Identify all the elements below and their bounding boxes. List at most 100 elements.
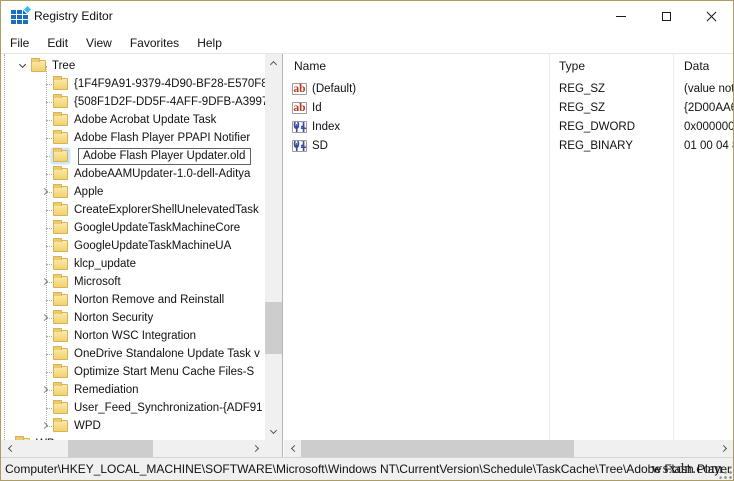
menu-item-favorites[interactable]: Favorites <box>121 34 188 52</box>
value-row-id[interactable]: ab Id REG_SZ {2D00AA6 <box>284 100 733 119</box>
rename-editbox[interactable]: Adobe Flash Player Updater.old <box>78 147 252 165</box>
string-value-icon: ab <box>292 102 307 114</box>
menubar: File Edit View Favorites Help <box>1 32 733 53</box>
folder-icon <box>53 238 68 252</box>
tree-item[interactable]: Apple <box>1 183 265 201</box>
tree-item[interactable]: GoogleUpdateTaskMachineCore <box>1 219 265 237</box>
chevron-down-icon[interactable] <box>18 60 27 69</box>
tree-item-label: Tree <box>52 60 76 72</box>
folder-icon <box>53 184 68 198</box>
minimize-button[interactable] <box>598 2 643 31</box>
menu-item-view[interactable]: View <box>77 34 121 52</box>
tree-item[interactable]: {508F1D2F-DD5F-4AFF-9DFB-A3997 <box>1 93 265 111</box>
value-name: SD <box>312 140 328 152</box>
tree-item[interactable]: User_Feed_Synchronization-{ADF91 <box>1 399 265 417</box>
scroll-right-button[interactable] <box>248 440 265 457</box>
tree-item[interactable]: CreateExplorerShellUnelevatedTask <box>1 201 265 219</box>
folder-icon <box>53 130 68 144</box>
folder-icon <box>53 112 68 126</box>
tree-item[interactable]: Remediation <box>1 381 265 399</box>
column-header-name[interactable]: Name <box>294 59 326 73</box>
value-type: REG_SZ <box>559 83 606 95</box>
value-row-index[interactable]: 011110 Index REG_DWORD 0x0000000 <box>284 119 733 138</box>
tree-item[interactable]: GoogleUpdateTaskMachineUA <box>1 237 265 255</box>
tree-item[interactable]: {1F4F9A91-9379-4D90-BF28-E570F8 <box>1 75 265 93</box>
folder-icon <box>53 166 68 180</box>
scroll-up-button[interactable] <box>265 54 282 71</box>
window-title: Registry Editor <box>34 9 113 23</box>
tree-item[interactable]: Optimize Start Menu Cache Files-S <box>1 363 265 381</box>
folder-icon <box>53 94 68 108</box>
menu-item-file[interactable]: File <box>1 34 38 52</box>
tree-item-label: WPD <box>74 420 101 432</box>
tree-item-label: GoogleUpdateTaskMachineCore <box>74 222 241 234</box>
tree-view[interactable]: Tree {1F4F9A91-9379-4D90-BF28-E570F8 {50… <box>1 54 265 440</box>
tree-item[interactable]: OneDrive Standalone Update Task v <box>1 345 265 363</box>
rename-text: Adobe Flash Player Updater.old <box>83 149 246 162</box>
binary-value-icon: 011110 <box>292 140 307 152</box>
tree-item-label: Apple <box>74 186 104 198</box>
tree-item[interactable]: Adobe Acrobat Update Task <box>1 111 265 129</box>
chevron-right-icon[interactable] <box>40 187 49 196</box>
status-path: Computer\HKEY_LOCAL_MACHINE\SOFTWARE\Mic… <box>5 462 732 476</box>
binary-value-icon: 011110 <box>292 121 307 133</box>
minimize-icon <box>615 16 626 17</box>
tree-horizontal-scrollbar[interactable] <box>1 440 265 457</box>
tree-pane: Tree {1F4F9A91-9379-4D90-BF28-E570F8 {50… <box>1 54 283 457</box>
tree-item[interactable]: klcp_update <box>1 255 265 273</box>
value-row-default[interactable]: ab (Default) REG_SZ (value not <box>284 81 733 100</box>
folder-icon <box>31 58 46 72</box>
maximize-button[interactable] <box>644 2 689 31</box>
menu-item-help[interactable]: Help <box>188 34 231 52</box>
scroll-left-button[interactable] <box>1 440 18 457</box>
tree-item[interactable]: Norton Security <box>1 309 265 327</box>
tree-item[interactable]: Adobe Flash Player PPAPI Notifier <box>1 129 265 147</box>
tree-item-label: Remediation <box>74 384 139 396</box>
folder-icon <box>53 364 68 378</box>
chevron-right-icon[interactable] <box>40 421 49 430</box>
folder-icon <box>53 148 68 162</box>
tree-item[interactable]: AdobeAAMUpdater-1.0-dell-Aditya <box>1 165 265 183</box>
tree-item-label: Norton WSC Integration <box>74 330 197 342</box>
value-row-sd[interactable]: 011110 SD REG_BINARY 01 00 04 8 <box>284 138 733 157</box>
tree-item[interactable]: WPD <box>1 417 265 435</box>
tree-item[interactable]: Norton WSC Integration <box>1 327 265 345</box>
scroll-left-button[interactable] <box>284 440 301 457</box>
folder-icon <box>53 202 68 216</box>
value-name: (Default) <box>312 83 357 95</box>
scrollbar-thumb[interactable] <box>301 440 574 457</box>
scrollbar-thumb[interactable] <box>68 440 153 457</box>
value-type: REG_BINARY <box>559 140 633 152</box>
close-button[interactable] <box>689 2 733 31</box>
chevron-right-icon[interactable] <box>40 313 49 322</box>
tree-item[interactable]: Microsoft <box>1 273 265 291</box>
value-data: 0x0000000 <box>684 121 733 133</box>
scroll-down-button[interactable] <box>265 423 282 440</box>
chevron-right-icon <box>719 444 727 453</box>
tree-item-label: GoogleUpdateTaskMachineUA <box>74 240 232 252</box>
column-header-type[interactable]: Type <box>559 59 585 73</box>
column-header-data[interactable]: Data <box>684 59 709 73</box>
chevron-right-icon[interactable] <box>40 385 49 394</box>
tree-item-tree[interactable]: Tree <box>1 57 265 75</box>
tree-item[interactable]: Norton Remove and Reinstall <box>1 291 265 309</box>
registry-editor-window: Registry Editor File Edit View Favorites… <box>0 0 734 481</box>
scroll-right-button[interactable] <box>716 440 733 457</box>
tree-vertical-scrollbar[interactable] <box>265 54 282 440</box>
menu-item-edit[interactable]: Edit <box>38 34 77 52</box>
folder-icon <box>53 400 68 414</box>
titlebar[interactable]: Registry Editor <box>1 1 733 32</box>
folder-icon <box>53 346 68 360</box>
folder-icon <box>53 220 68 234</box>
chevron-right-icon[interactable] <box>40 277 49 286</box>
chevron-down-icon <box>269 426 278 434</box>
value-data: {2D00AA6 <box>684 102 733 114</box>
scrollbar-thumb[interactable] <box>265 302 282 354</box>
list-horizontal-scrollbar[interactable] <box>284 440 733 457</box>
tree-item-selected[interactable]: Adobe Flash Player Updater.old <box>1 147 265 165</box>
folder-icon <box>53 418 68 432</box>
tree-item-label: Optimize Start Menu Cache Files-S <box>74 366 255 378</box>
value-type: REG_SZ <box>559 102 606 114</box>
chevron-right-icon <box>251 444 259 453</box>
value-data: (value not <box>684 83 733 95</box>
